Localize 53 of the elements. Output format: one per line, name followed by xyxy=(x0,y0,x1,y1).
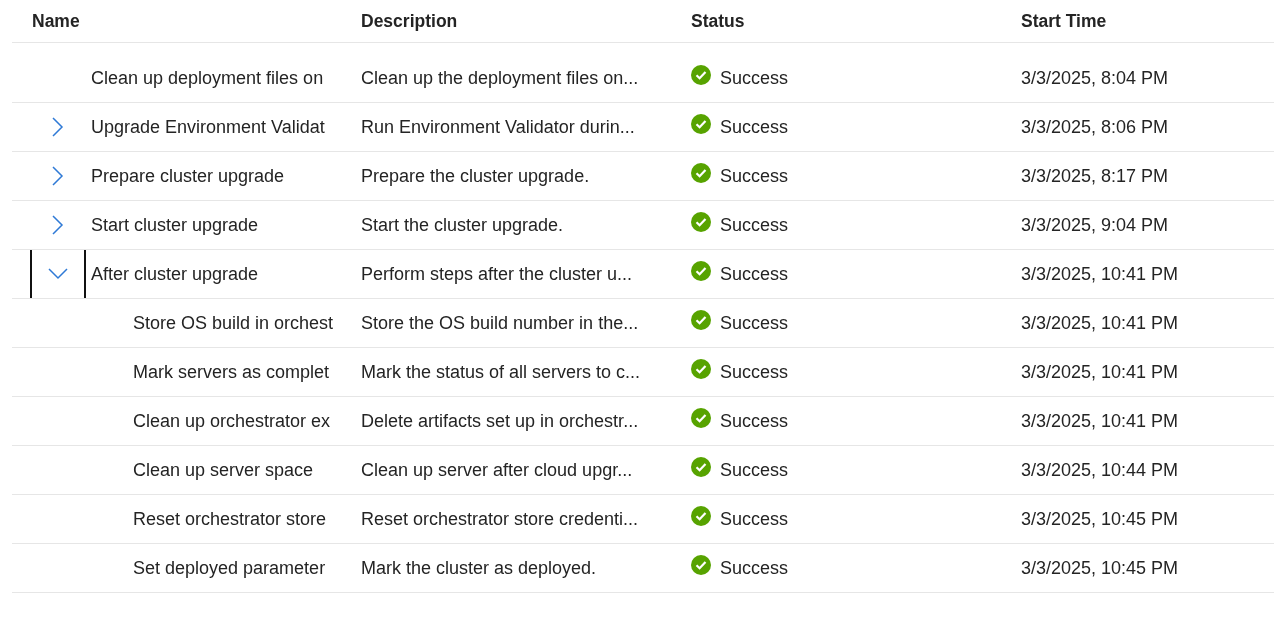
column-header[interactable]: Name xyxy=(12,0,349,42)
status-text: Success xyxy=(720,312,789,334)
status-text: Success xyxy=(720,459,789,481)
task-description: Clean up server after cloud upgr... xyxy=(361,459,633,481)
task-name: Set deployed parameter xyxy=(133,557,326,579)
start-time: 3/3/2025, 10:44 PM xyxy=(1021,459,1179,481)
task-description: Delete artifacts set up in orchestr... xyxy=(361,410,639,432)
start-time: 3/3/2025, 8:04 PM xyxy=(1021,67,1169,89)
status-text: Success xyxy=(720,508,789,530)
chevron-right-icon xyxy=(52,117,64,137)
start-time: 3/3/2025, 10:45 PM xyxy=(1021,508,1179,530)
start-time: 3/3/2025, 8:06 PM xyxy=(1021,116,1169,138)
task-description: Prepare the cluster upgrade. xyxy=(361,165,590,187)
task-description: Perform steps after the cluster u... xyxy=(361,263,633,285)
status-text: Success xyxy=(720,557,789,579)
task-description: Run Environment Validator durin... xyxy=(361,116,635,138)
column-header[interactable]: Status xyxy=(679,0,1009,42)
status-text: Success xyxy=(720,410,789,432)
start-time: 3/3/2025, 8:17 PM xyxy=(1021,165,1169,187)
column-header[interactable]: Description xyxy=(349,0,679,42)
task-description: Mark the cluster as deployed. xyxy=(361,557,597,579)
start-time: 3/3/2025, 10:41 PM xyxy=(1021,312,1179,334)
task-name: Clean up deployment files on xyxy=(91,67,324,89)
status-text: Success xyxy=(720,165,789,187)
task-description: Clean up the deployment files on... xyxy=(361,67,639,89)
status-text: Success xyxy=(720,67,789,89)
task-name: Start cluster upgrade xyxy=(91,214,259,236)
task-name: Store OS build in orchest xyxy=(133,312,334,334)
status-text: Success xyxy=(720,361,789,383)
task-description: Reset orchestrator store credenti... xyxy=(361,508,639,530)
start-time: 3/3/2025, 10:41 PM xyxy=(1021,263,1179,285)
task-name: Clean up orchestrator ex xyxy=(133,410,331,432)
column-header[interactable]: Start Time xyxy=(1009,0,1274,42)
start-time: 3/3/2025, 10:41 PM xyxy=(1021,361,1179,383)
chevron-down-icon xyxy=(48,268,68,280)
task-description: Store the OS build number in the... xyxy=(361,312,639,334)
chevron-right-icon xyxy=(52,215,64,235)
status-text: Success xyxy=(720,116,789,138)
start-time: 3/3/2025, 9:04 PM xyxy=(1021,214,1169,236)
status-text: Success xyxy=(720,263,789,285)
task-name: Clean up server space xyxy=(133,459,314,481)
start-time: 3/3/2025, 10:45 PM xyxy=(1021,557,1179,579)
task-name: After cluster upgrade xyxy=(91,263,259,285)
task-name: Reset orchestrator store xyxy=(133,508,327,530)
task-description: Start the cluster upgrade. xyxy=(361,214,564,236)
status-text: Success xyxy=(720,214,789,236)
task-name: Upgrade Environment Validat xyxy=(91,116,325,138)
expand-toggle[interactable] xyxy=(30,250,86,298)
task-name: Prepare cluster upgrade xyxy=(91,165,285,187)
chevron-right-icon xyxy=(52,166,64,186)
task-description: Mark the status of all servers to c... xyxy=(361,361,641,383)
task-name: Mark servers as complet xyxy=(133,361,330,383)
start-time: 3/3/2025, 10:41 PM xyxy=(1021,410,1179,432)
